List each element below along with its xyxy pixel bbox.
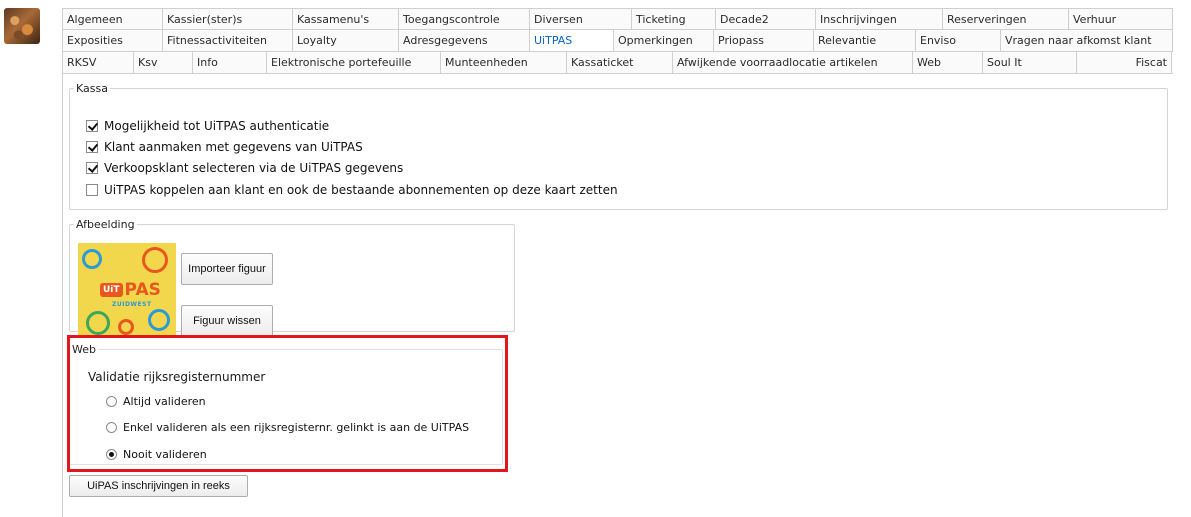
tab-munteenheden[interactable]: Munteenheden [441,52,567,73]
tab-adresgegevens[interactable]: Adresgegevens [399,30,530,51]
tab-row-3: RKSV Ksv Info Elektronische portefeuille… [63,52,1173,74]
tab-opmerkingen[interactable]: Opmerkingen [614,30,714,51]
radio-altijd-valideren[interactable]: Altijd valideren [106,395,206,408]
checkbox-label: Mogelijkheid tot UiTPAS authenticatie [104,119,330,133]
radio-nooit-valideren[interactable]: Nooit valideren [106,448,207,461]
checkbox-label: UiTPAS koppelen aan klant en ook de best… [104,183,618,197]
radio-dot[interactable] [106,449,117,460]
checkbox-label: Verkoopsklant selecteren via de UiTPAS g… [104,161,404,175]
checkbox-klant-aanmaken[interactable]: Klant aanmaken met gegevens van UiTPAS [86,140,363,154]
tab-fitnessactiviteiten[interactable]: Fitnessactiviteiten [163,30,293,51]
tab-afwijkende-voorraadlocatie-artikelen[interactable]: Afwijkende voorraadlocatie artikelen [673,52,913,73]
checkbox-label: Klant aanmaken met gegevens van UiTPAS [104,140,363,154]
tab-decade2[interactable]: Decade2 [716,9,816,29]
tab-enviso[interactable]: Enviso [916,30,1001,51]
radio-label: Nooit valideren [123,448,207,461]
tab-uitpas[interactable]: UiTPAS [530,30,614,51]
checkbox-uitpas-koppelen[interactable]: UiTPAS koppelen aan klant en ook de best… [86,183,618,197]
radio-dot[interactable] [106,422,117,433]
afbeelding-legend: Afbeelding [76,218,135,231]
uitpas-inschrijvingen-reeks-button[interactable]: UiPAS inschrijvingen in reeks [69,475,248,497]
tab-info[interactable]: Info [193,52,267,73]
uitpas-image: UiT PAS ZUIDWEST [78,243,176,337]
tab-toegangscontrole[interactable]: Toegangscontrole [399,9,530,29]
radio-dot[interactable] [106,396,117,407]
panel-border [62,74,63,517]
tab-algemeen[interactable]: Algemeen [63,9,163,29]
checkbox-box[interactable] [86,141,98,153]
tab-diversen[interactable]: Diversen [530,9,632,29]
tab-row-2: Exposities Fitnessactiviteiten Loyalty A… [63,30,1173,52]
settings-tab-strip: Algemeen Kassier(ster)s Kassamenu's Toeg… [62,8,1173,74]
tab-relevantie[interactable]: Relevantie [814,30,916,51]
app-logo-icon [4,8,40,44]
afbeelding-group: Afbeelding UiT PAS ZUIDWEST Importeer fi… [69,218,515,337]
tab-kassamenus[interactable]: Kassamenu's [293,9,399,29]
tab-vragen-naar-afkomst-klant[interactable]: Vragen naar afkomst klant [1001,30,1173,51]
tab-elektronische-portefeuille[interactable]: Elektronische portefeuille [267,52,441,73]
tab-verhuur[interactable]: Verhuur [1069,9,1173,29]
tab-soul-it[interactable]: Soul It [983,52,1077,73]
tab-inschrijvingen[interactable]: Inschrijvingen [816,9,943,29]
checkbox-box[interactable] [86,162,98,174]
tab-reserveringen[interactable]: Reserveringen [943,9,1069,29]
tab-priopass[interactable]: Priopass [714,30,814,51]
checkbox-verkoopsklant-selecteren[interactable]: Verkoopsklant selecteren via de UiTPAS g… [86,161,403,175]
tab-rksv[interactable]: RKSV [63,52,134,73]
tab-fiscat[interactable]: Fiscat [1077,52,1172,73]
clear-image-button[interactable]: Figuur wissen [181,305,273,337]
web-legend: Web [72,343,96,356]
tab-exposities[interactable]: Exposities [63,30,163,51]
checkbox-box[interactable] [86,120,98,132]
tab-kassiersters[interactable]: Kassier(ster)s [163,9,293,29]
tab-web[interactable]: Web [913,52,983,73]
validatie-heading: Validatie rijksregisternummer [88,370,266,384]
tab-row-1: Algemeen Kassier(ster)s Kassamenu's Toeg… [63,8,1173,30]
radio-enkel-valideren[interactable]: Enkel valideren als een rijksregisternr.… [106,421,469,434]
kassa-group: Kassa Mogelijkheid tot UiTPAS authentica… [69,82,1168,210]
kassa-legend: Kassa [76,82,108,95]
tab-ticketing[interactable]: Ticketing [632,9,716,29]
radio-label: Altijd valideren [123,395,206,408]
radio-label: Enkel valideren als een rijksregisternr.… [123,421,470,434]
checkbox-uitpas-authenticatie[interactable]: Mogelijkheid tot UiTPAS authenticatie [86,119,329,133]
checkbox-box[interactable] [86,184,98,196]
web-group: Web Validatie rijksregisternummer Altijd… [69,343,503,465]
tab-ksv[interactable]: Ksv [134,52,193,73]
import-image-button[interactable]: Importeer figuur [181,253,273,285]
tab-loyalty[interactable]: Loyalty [293,30,399,51]
tab-kassaticket[interactable]: Kassaticket [567,52,673,73]
